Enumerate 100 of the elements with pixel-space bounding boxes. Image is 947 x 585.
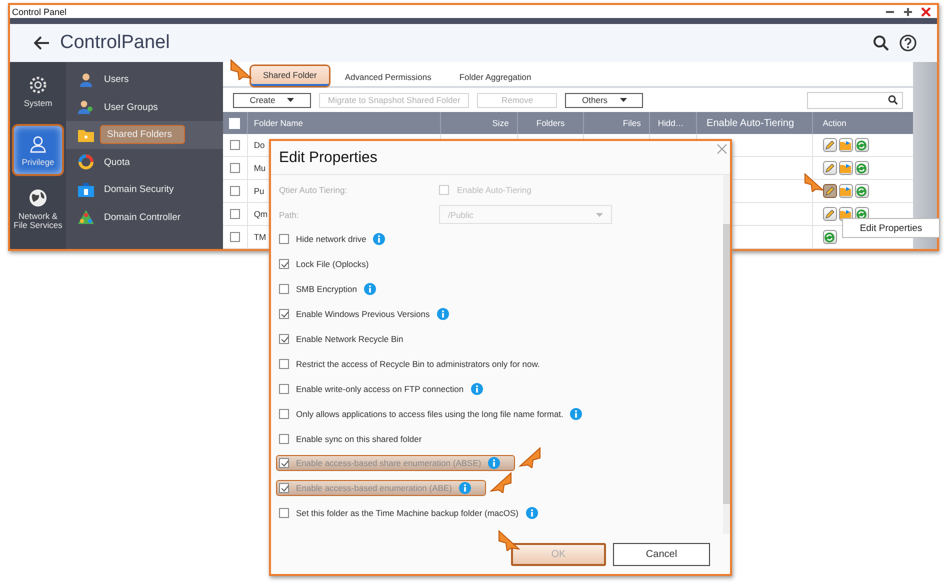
option-label: Enable sync on this shared folder: [296, 434, 422, 444]
info-icon[interactable]: [526, 507, 538, 520]
arrow-icon: [802, 172, 825, 192]
checkbox[interactable]: [279, 309, 289, 320]
checkbox[interactable]: [279, 384, 289, 394]
arrow-icon: [229, 58, 253, 80]
option-row[interactable]: SMB Encryption: [279, 281, 376, 298]
tab[interactable]: Shared Folder: [251, 66, 329, 86]
option-row[interactable]: Hide network drive: [279, 231, 386, 248]
folder-icon: [840, 140, 852, 150]
nav-category[interactable]: Network & File Services: [10, 180, 66, 238]
option-label: Set this folder as the Time Machine backup folder (macOS): [296, 508, 519, 518]
folder-icon: [840, 186, 852, 196]
refresh-icon: [856, 186, 868, 196]
info-icon[interactable]: [364, 283, 376, 296]
refresh-button[interactable]: [822, 230, 837, 244]
menu-item[interactable]: Users: [66, 66, 223, 94]
checkbox[interactable]: [279, 234, 289, 244]
checkbox[interactable]: [279, 508, 289, 518]
id-card-icon: [78, 182, 94, 197]
option-label: Enable Network Recycle Bin: [296, 334, 404, 344]
option-row[interactable]: Enable Network Recycle Bin: [279, 332, 404, 346]
arrow-icon: [488, 471, 513, 494]
row-checkbox[interactable]: [230, 209, 240, 219]
back-arrow-icon[interactable]: [34, 36, 50, 50]
menu-item[interactable]: Domain Security: [66, 176, 223, 204]
share-button[interactable]: [838, 138, 853, 152]
caret-icon: [620, 98, 627, 102]
scrollbar[interactable]: [723, 175, 730, 534]
arrow-icon: [518, 446, 542, 468]
tab[interactable]: Advanced Permissions: [332, 68, 444, 86]
info-icon[interactable]: [570, 408, 582, 420]
option-row[interactable]: Only allows applications to access files using the long file name format.: [279, 406, 582, 422]
menu-item[interactable]: Quota: [66, 148, 223, 176]
field-label: Path:: [279, 210, 300, 220]
help-icon[interactable]: [899, 34, 917, 52]
option-row[interactable]: Enable sync on this shared folder: [279, 432, 422, 446]
maximize-icon[interactable]: [903, 6, 913, 16]
row-checkbox[interactable]: [230, 140, 240, 150]
search-icon[interactable]: [873, 35, 889, 51]
edit-button[interactable]: [822, 184, 837, 198]
nav-category[interactable]: System: [10, 62, 66, 120]
cancel-button[interactable]: Cancel: [613, 542, 710, 566]
folder-icon: [840, 163, 852, 173]
option-label: Lock File (Oplocks): [296, 259, 369, 270]
toolbar-button[interactable]: Create: [233, 92, 311, 108]
row-checkbox[interactable]: [230, 232, 240, 242]
share-button[interactable]: [838, 184, 853, 198]
checkbox[interactable]: [279, 434, 289, 444]
option-label: Enable access-based share enumeration (ABSE): [296, 458, 482, 468]
option-row[interactable]: Enable write-only access on FTP connection: [279, 380, 483, 397]
checkbox[interactable]: [279, 284, 289, 294]
checkbox[interactable]: [279, 358, 289, 369]
row-checkbox[interactable]: [230, 186, 240, 196]
option-label: Only allows applications to access files using the long file name format.: [296, 408, 564, 419]
info-icon[interactable]: [470, 382, 483, 395]
refresh-button[interactable]: [854, 138, 869, 152]
folder-icon: [78, 128, 94, 142]
close-icon[interactable]: [921, 6, 931, 16]
refresh-button[interactable]: [854, 184, 869, 198]
checkbox[interactable]: [279, 334, 289, 344]
option-row[interactable]: Set this folder as the Time Machine backup folder (macOS): [279, 505, 538, 522]
info-icon[interactable]: [373, 233, 386, 246]
caret-icon: [596, 212, 603, 217]
menu-item[interactable]: Domain Controller: [66, 204, 223, 231]
edit-button[interactable]: [822, 138, 837, 152]
field-label: Qtier Auto Tiering:: [279, 185, 348, 196]
pencil-icon: [824, 140, 835, 150]
pencil-icon: [824, 163, 835, 173]
checkbox[interactable]: [279, 259, 289, 270]
checkbox[interactable]: [439, 185, 449, 196]
tooltip: Edit Properties: [842, 218, 940, 238]
row-checkbox[interactable]: [230, 163, 240, 173]
refresh-button[interactable]: [854, 161, 869, 175]
edit-button[interactable]: [822, 207, 837, 221]
checkbox-label: Enable Auto-Tiering: [457, 185, 532, 196]
option-label: Enable access-based enumeration (ABE): [296, 483, 452, 494]
tab[interactable]: Folder Aggregation: [447, 68, 544, 86]
option-label: SMB Encryption: [296, 284, 357, 294]
option-row[interactable]: Lock File (Oplocks): [279, 257, 369, 272]
column-header: Files: [584, 112, 650, 134]
column-header: Folders: [518, 112, 584, 134]
info-icon[interactable]: [436, 308, 449, 320]
column-header: Folder Name: [248, 112, 442, 134]
close-icon[interactable]: [717, 144, 727, 154]
menu-item[interactable]: User Groups: [66, 94, 223, 121]
checkbox[interactable]: [279, 408, 289, 419]
toolbar-button[interactable]: Others: [565, 92, 644, 108]
nav-category[interactable]: Privilege: [12, 124, 64, 176]
gear-icon: [28, 74, 48, 95]
pencil-icon: [824, 186, 835, 196]
share-button[interactable]: [838, 161, 853, 175]
option-row[interactable]: Restrict the access of Recycle Bin to administrators only for now.: [279, 356, 540, 371]
search-field[interactable]: [807, 92, 903, 108]
edit-button[interactable]: [822, 161, 837, 175]
refresh-icon: [856, 140, 868, 150]
option-row[interactable]: Enable Windows Previous Versions: [279, 306, 449, 322]
users-icon: [78, 99, 94, 116]
select-all-checkbox[interactable]: [229, 118, 240, 128]
option-label: Restrict the access of Recycle Bin to administrators only for now.: [296, 358, 540, 369]
